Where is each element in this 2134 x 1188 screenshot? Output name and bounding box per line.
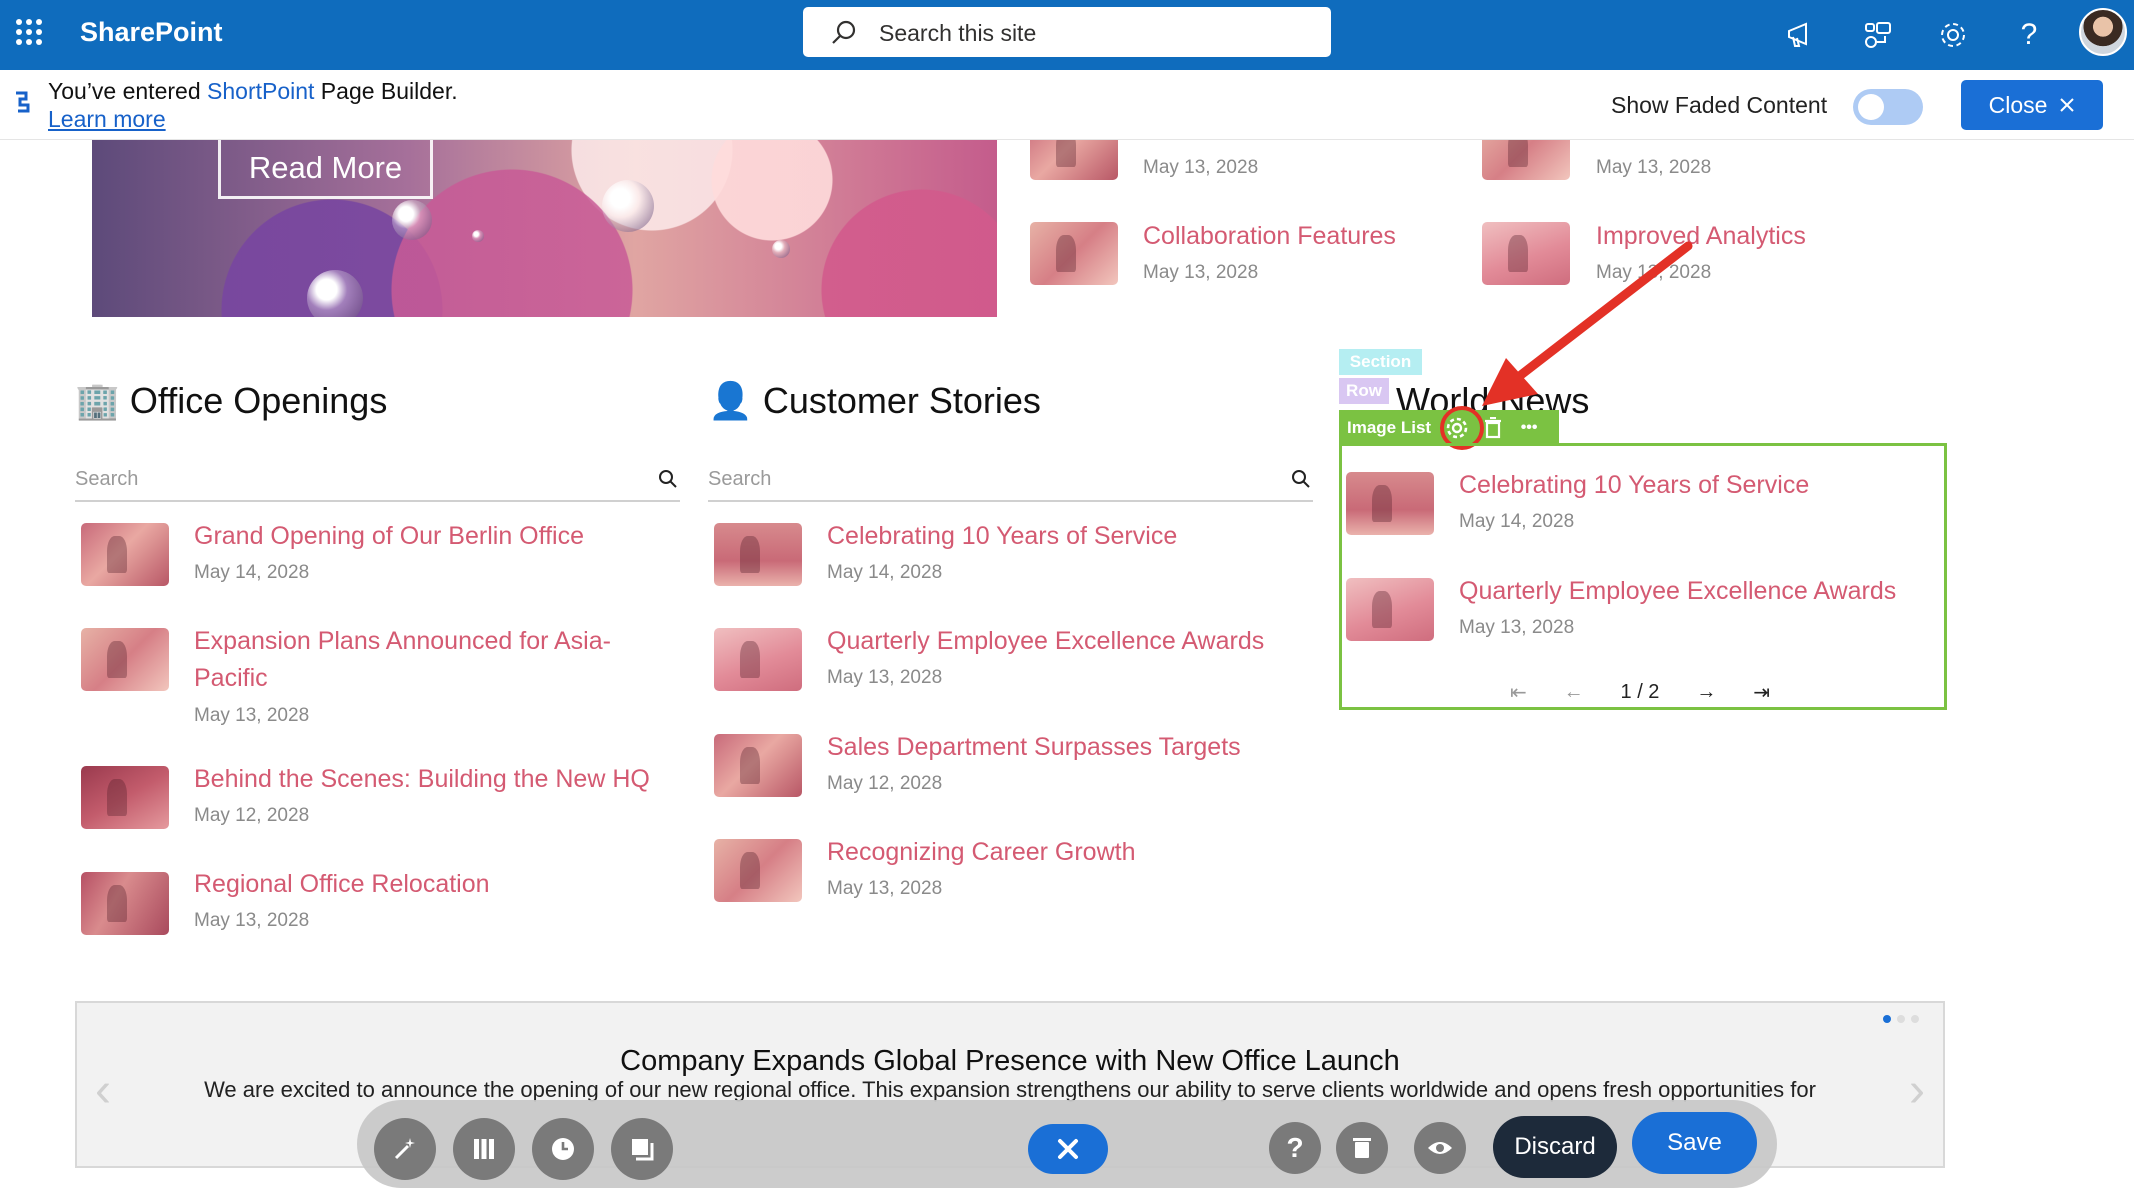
person-icon: 👤 — [708, 380, 753, 421]
prev-page-icon[interactable]: ← — [1564, 681, 1584, 704]
banner-message-prefix: You’ve entered — [48, 78, 208, 104]
banner-message-suffix: Page Builder. — [314, 78, 458, 104]
megaphone-icon[interactable] — [1782, 16, 1820, 54]
news-title-link[interactable]: Recognizing Career Growth — [827, 834, 1135, 871]
shortpoint-logo-icon — [16, 91, 30, 113]
learn-more-link[interactable]: Learn more — [48, 106, 166, 133]
office-openings-title: Office Openings — [129, 380, 388, 421]
columns-icon[interactable] — [453, 1118, 515, 1180]
section-tag[interactable]: Section — [1339, 349, 1422, 375]
copy-icon[interactable] — [611, 1118, 673, 1180]
pagination: ⇤ ← 1 / 2 → ⇥ — [1510, 678, 1770, 706]
close-icon — [1058, 1139, 1078, 1159]
news-date: May 14, 2028 — [827, 562, 943, 583]
news-title-link[interactable]: Quarterly Employee Excellence Awards — [1459, 573, 1896, 610]
news-date: May 13, 2028 — [194, 910, 310, 931]
news-title-link[interactable]: Behind the Scenes: Building the New HQ — [194, 761, 650, 798]
show-faded-toggle[interactable] — [1853, 89, 1923, 125]
office-openings-search-input[interactable]: Search — [75, 458, 680, 502]
app-launcher-icon[interactable] — [16, 19, 42, 45]
customer-stories-title: Customer Stories — [762, 380, 1041, 421]
close-builder-button[interactable]: Close — [1961, 80, 2103, 130]
news-title-link[interactable]: Quarterly Employee Excellence Awards — [827, 623, 1264, 660]
building-icon: 🏢 — [75, 380, 120, 421]
suite-bar: SharePoint Search this site ? — [0, 0, 2134, 70]
news-date: May 12, 2028 — [827, 773, 943, 794]
news-title-link[interactable]: Collaboration Features — [1143, 218, 1396, 255]
magic-wand-icon[interactable] — [374, 1118, 436, 1180]
news-date: May 14, 2028 — [194, 562, 310, 583]
news-title-link[interactable]: Grand Opening of Our Berlin Office — [194, 518, 584, 555]
read-more-button[interactable]: Read More — [218, 140, 433, 199]
news-thumbnail[interactable] — [714, 628, 802, 691]
search-placeholder: Search this site — [879, 20, 1037, 46]
news-thumbnail[interactable] — [81, 628, 169, 691]
news-thumbnail[interactable] — [714, 839, 802, 902]
next-page-icon[interactable]: → — [1696, 681, 1716, 704]
banner-message: You’ve entered ShortPoint Page Builder. — [48, 78, 458, 105]
share-icon[interactable] — [1859, 16, 1897, 54]
news-thumbnail[interactable] — [714, 734, 802, 797]
builder-toolbar: ? Discard Save — [357, 1100, 1777, 1188]
avatar[interactable] — [2079, 8, 2127, 56]
news-title-link[interactable]: Expansion Plans Announced for Asia- — [194, 623, 611, 660]
row-tag[interactable]: Row — [1339, 378, 1389, 404]
show-faded-label: Show Faded Content — [1611, 92, 1828, 118]
brand-title[interactable]: SharePoint — [80, 17, 223, 48]
news-thumbnail[interactable] — [714, 523, 802, 586]
news-date: May 13, 2028 — [1459, 617, 1575, 638]
news-thumbnail[interactable] — [1030, 222, 1118, 285]
banner-brand: ShortPoint — [207, 78, 315, 104]
trash-icon[interactable] — [1336, 1122, 1388, 1174]
news-date: May 13, 2028 — [194, 705, 310, 726]
first-page-icon[interactable]: ⇤ — [1510, 680, 1527, 705]
search-icon[interactable] — [658, 469, 678, 489]
news-title-link-line2[interactable]: Pacific — [194, 660, 268, 697]
news-thumbnail[interactable] — [81, 523, 169, 586]
news-title-link[interactable]: Sales Department Surpasses Targets — [827, 729, 1241, 766]
customer-stories-search-input[interactable]: Search — [708, 458, 1313, 502]
search-icon[interactable] — [1291, 469, 1311, 489]
close-panel-button[interactable] — [1028, 1124, 1108, 1174]
search-placeholder: Search — [75, 468, 139, 490]
news-title-link[interactable]: Celebrating 10 Years of Service — [827, 518, 1177, 555]
annotation-arrow-icon — [1482, 241, 1693, 406]
news-thumbnail[interactable] — [1346, 472, 1434, 535]
close-label: Close — [1988, 91, 2048, 118]
news-thumbnail[interactable] — [81, 872, 169, 935]
save-button[interactable]: Save — [1632, 1112, 1757, 1174]
news-date: May 14, 2028 — [1459, 511, 1575, 532]
news-date: May 12, 2028 — [194, 805, 310, 826]
gear-icon[interactable] — [1934, 16, 1972, 54]
image-list-label[interactable]: Image List — [1347, 418, 1431, 438]
close-icon — [2060, 98, 2075, 112]
news-thumbnail[interactable] — [81, 766, 169, 829]
search-placeholder: Search — [708, 468, 772, 490]
site-search-input[interactable]: Search this site — [803, 7, 1331, 57]
preview-eye-icon[interactable] — [1414, 1122, 1466, 1174]
last-page-icon[interactable]: ⇥ — [1753, 680, 1770, 705]
news-date: May 13, 2028 — [1143, 262, 1259, 283]
news-title-link[interactable]: Regional Office Relocation — [194, 866, 490, 903]
history-clock-icon[interactable] — [532, 1118, 594, 1180]
search-icon — [832, 20, 856, 44]
news-title-link[interactable]: Celebrating 10 Years of Service — [1459, 467, 1809, 504]
discard-button[interactable]: Discard — [1493, 1116, 1617, 1178]
carousel-title: Company Expands Global Presence with New… — [620, 1045, 1400, 1077]
help-icon[interactable]: ? — [2010, 16, 2048, 54]
builder-banner: You’ve entered ShortPoint Page Builder. … — [0, 70, 2134, 140]
news-date: May 13, 2028 — [1596, 157, 1712, 178]
help-icon[interactable]: ? — [1269, 1122, 1321, 1174]
news-thumbnail[interactable] — [1346, 578, 1434, 641]
office-openings-heading: 🏢 Office Openings — [75, 380, 387, 422]
news-date: May 13, 2028 — [1143, 157, 1259, 178]
page-indicator: 1 / 2 — [1620, 680, 1660, 703]
news-date: May 13, 2028 — [827, 878, 943, 899]
customer-stories-heading: 👤 Customer Stories — [708, 380, 1041, 422]
carousel-dots[interactable] — [1883, 1015, 1919, 1023]
news-date: May 13, 2028 — [827, 667, 943, 688]
